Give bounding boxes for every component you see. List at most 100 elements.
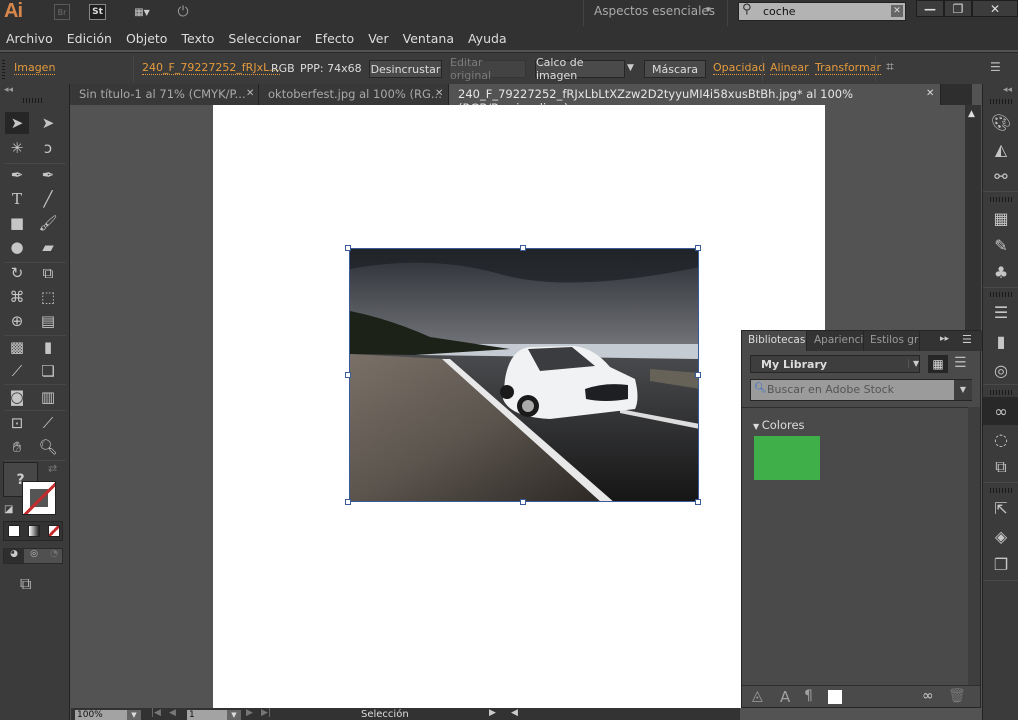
placed-image-car[interactable] bbox=[349, 248, 699, 502]
default-fill-stroke-icon[interactable]: ◪ bbox=[4, 504, 13, 515]
add-fill-color-icon[interactable] bbox=[828, 690, 842, 704]
close-button[interactable]: ✕ bbox=[972, 0, 1018, 17]
artboard-number-input[interactable]: 1 bbox=[187, 710, 227, 720]
creative-cloud-icon[interactable]: ∞ bbox=[922, 688, 934, 704]
rotate-tool[interactable]: ↻ bbox=[5, 262, 29, 284]
mesh-tool[interactable]: ▩ bbox=[5, 336, 29, 358]
color-panel-icon[interactable]: 🎨︎ bbox=[983, 108, 1018, 136]
scroll-up-arrow[interactable]: ▲ bbox=[968, 109, 975, 119]
blend-tool[interactable]: ❏ bbox=[36, 360, 60, 382]
artboards-panel-icon[interactable]: ❐ bbox=[983, 550, 1018, 578]
menu-seleccionar[interactable]: Seleccionar bbox=[228, 31, 300, 46]
panel-menu-icon[interactable]: ☰ bbox=[990, 60, 1001, 74]
isolate-object-icon[interactable]: ⌗ bbox=[886, 59, 894, 75]
tab-active-image[interactable]: 240_F_79227252_fRJxLbLtXZzw2D2tyyuMI4i58… bbox=[449, 84, 941, 115]
bounding-handle-bl[interactable] bbox=[345, 499, 351, 505]
add-character-style-icon[interactable]: A bbox=[780, 688, 790, 706]
expand-panel-icon[interactable]: ▸▸ bbox=[940, 334, 949, 344]
appearance-panel-icon[interactable]: ◌ bbox=[983, 425, 1018, 453]
line-segment-tool[interactable]: ╱ bbox=[36, 188, 60, 210]
draw-behind-button[interactable]: ◎ bbox=[24, 549, 44, 563]
panel-grip[interactable] bbox=[990, 197, 1012, 202]
tab-apariencia[interactable]: Apariencia bbox=[808, 331, 864, 351]
symbols-panel-icon[interactable]: ♣ bbox=[983, 258, 1018, 286]
menu-ayuda[interactable]: Ayuda bbox=[468, 31, 507, 46]
puppet-warp-tool[interactable]: ⌘ bbox=[5, 286, 29, 308]
slice-tool[interactable]: ⟋ bbox=[36, 412, 60, 434]
draw-normal-button[interactable]: ◕ bbox=[4, 549, 24, 563]
trash-icon[interactable]: 🗑︎ bbox=[948, 688, 966, 704]
menu-efecto[interactable]: Efecto bbox=[315, 31, 354, 46]
artboard-dropdown[interactable]: ▼ bbox=[227, 710, 241, 720]
add-paragraph-style-icon[interactable]: ¶ bbox=[804, 688, 813, 704]
zoom-tool[interactable]: 🔍︎ bbox=[36, 436, 60, 458]
opacity-link[interactable]: Opacidad bbox=[713, 62, 766, 75]
chevron-down-icon[interactable]: ▼ bbox=[908, 359, 919, 368]
hand-tool[interactable]: ✋︎ bbox=[5, 436, 29, 458]
bounding-handle-mr[interactable] bbox=[695, 372, 701, 378]
color-button[interactable] bbox=[8, 525, 20, 537]
pen-tool[interactable]: ✒ bbox=[5, 164, 29, 186]
edit-original-button[interactable]: Editar original bbox=[449, 56, 526, 82]
type-tool[interactable]: T bbox=[5, 188, 29, 210]
sync-settings-button[interactable]: ⏻ bbox=[171, 4, 195, 20]
transform-link[interactable]: Transformar bbox=[815, 62, 881, 75]
bounding-handle-tr[interactable] bbox=[695, 245, 701, 251]
restore-button[interactable]: ❐ bbox=[944, 0, 972, 17]
shaper-tool[interactable]: ● bbox=[5, 236, 29, 258]
paintbrush-tool[interactable]: 🖌︎ bbox=[36, 212, 60, 234]
panel-grip[interactable] bbox=[2, 59, 5, 79]
stock-search-input[interactable]: Buscar en Adobe Stock bbox=[750, 379, 972, 401]
menu-texto[interactable]: Texto bbox=[181, 31, 214, 46]
close-tab-icon[interactable]: ✕ bbox=[926, 88, 934, 99]
swap-fill-stroke-icon[interactable]: ⇄ bbox=[48, 462, 57, 475]
tab-oktoberfest[interactable]: oktoberfest.jpg al 100% (RG... bbox=[259, 84, 449, 105]
bounding-handle-bc[interactable] bbox=[520, 499, 526, 505]
panel-grip[interactable] bbox=[23, 98, 43, 103]
colors-section-header[interactable]: ▼ Colores bbox=[753, 418, 805, 432]
tab-sin-titulo[interactable]: Sin título-1 al 71% (CMYK/P... bbox=[70, 84, 259, 105]
graphic-styles-icon[interactable]: ⧉ bbox=[983, 453, 1018, 481]
none-button[interactable] bbox=[48, 525, 60, 537]
menu-ver[interactable]: Ver bbox=[368, 31, 388, 46]
scroll-left-arrow[interactable]: ◀ bbox=[511, 708, 518, 718]
transparency-panel-icon[interactable]: ◎ bbox=[983, 356, 1018, 384]
gradient-tool[interactable]: ▮ bbox=[36, 336, 60, 358]
menu-ventana[interactable]: Ventana bbox=[403, 31, 454, 46]
clear-search-button[interactable]: ✕ bbox=[891, 5, 903, 17]
image-trace-button[interactable]: Calco de imagen bbox=[535, 56, 625, 82]
image-trace-dropdown[interactable]: ▼ bbox=[627, 63, 634, 73]
bounding-handle-tl[interactable] bbox=[345, 245, 351, 251]
symbol-sprayer-tool[interactable]: ◙ bbox=[5, 386, 29, 408]
zoom-dropdown[interactable]: ▼ bbox=[127, 710, 141, 720]
free-transform-tool[interactable]: ⬚ bbox=[36, 286, 60, 308]
stroke-swatch[interactable] bbox=[22, 481, 56, 515]
selection-tool[interactable]: ➤ bbox=[5, 112, 29, 134]
gradient-button[interactable] bbox=[28, 525, 40, 537]
panel-grip[interactable] bbox=[990, 292, 1012, 297]
unembed-button[interactable]: Desincrustar bbox=[369, 60, 442, 78]
direct-selection-tool[interactable]: ➤ bbox=[36, 112, 60, 134]
previous-artboard-icon[interactable]: ◀ bbox=[169, 708, 176, 718]
mask-button[interactable]: Máscara bbox=[644, 60, 706, 78]
minimize-button[interactable]: — bbox=[916, 0, 944, 17]
layers-panel-icon[interactable]: ◈ bbox=[983, 522, 1018, 550]
align-link[interactable]: Alinear bbox=[770, 62, 809, 75]
eyedropper-tool[interactable]: ⟋ bbox=[5, 360, 29, 382]
object-type-link[interactable]: Imagen bbox=[14, 62, 56, 75]
tab-bibliotecas[interactable]: Bibliotecas bbox=[742, 331, 807, 351]
collapse-panel-icon[interactable]: ◂◂ bbox=[4, 85, 13, 95]
export-panel-icon[interactable]: ⇱ bbox=[983, 494, 1018, 522]
brushes-panel-icon[interactable]: ✎ bbox=[983, 231, 1018, 259]
current-tool-status[interactable]: Selección bbox=[361, 709, 409, 720]
panel-grip[interactable] bbox=[990, 390, 1012, 395]
eraser-tool[interactable]: ▰ bbox=[36, 236, 60, 258]
grid-view-button[interactable]: ▦ bbox=[928, 355, 948, 373]
menu-objeto[interactable]: Objeto bbox=[126, 31, 168, 46]
panel-menu-icon[interactable]: ☰ bbox=[962, 333, 972, 346]
linked-file-link[interactable]: 240_F_79227252_fRJxL... bbox=[142, 62, 280, 75]
status-menu-arrow[interactable]: ▶ bbox=[489, 708, 496, 718]
search-scope-dropdown[interactable]: ▼ bbox=[954, 380, 972, 400]
library-color-swatch[interactable] bbox=[754, 436, 820, 480]
bounding-handle-tc[interactable] bbox=[520, 245, 526, 251]
